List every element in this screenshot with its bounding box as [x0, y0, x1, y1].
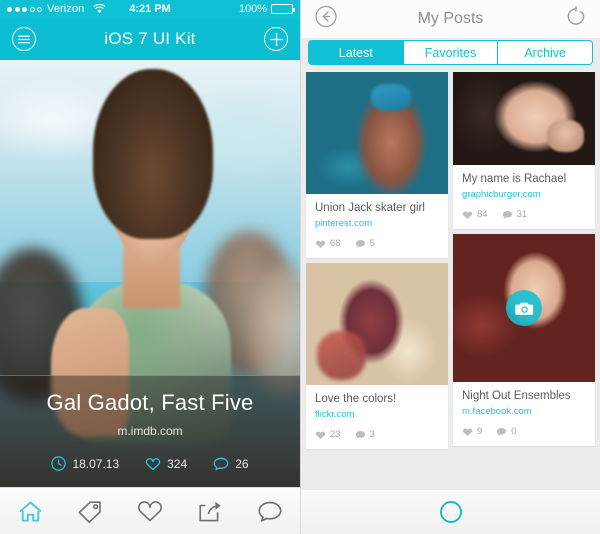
back-arrow-circle-icon[interactable] [315, 5, 337, 33]
post-title: My name is Rachael [462, 173, 567, 185]
comment-icon [497, 427, 507, 436]
hero-source-url: m.imdb.com [117, 424, 183, 438]
post-image[interactable] [306, 263, 448, 385]
post-card[interactable]: My name is Rachael graphicburger.com 84 [453, 72, 595, 229]
status-bar: Verizon 4:21 PM 100% [0, 0, 300, 18]
navigation-bar: iOS 7 UI Kit [0, 18, 300, 60]
right-screen: My Posts Latest Favorites Archive Union … [300, 0, 600, 534]
home-ring-button[interactable] [440, 501, 462, 523]
post-card[interactable]: Union Jack skater girl pinterest.com 68 [306, 72, 448, 258]
post-comments-count: 31 [516, 209, 528, 220]
screenshot-root: Verizon 4:21 PM 100% iOS 7 UI Kit Gal Ga… [0, 0, 600, 534]
posts-title: My Posts [417, 10, 484, 27]
page-title: iOS 7 UI Kit [104, 29, 196, 48]
comment-icon [213, 457, 229, 470]
hero-comments-count: 26 [235, 456, 249, 471]
battery-full-icon [271, 4, 295, 14]
hero-likes: 324 [145, 457, 187, 471]
post-title: Night Out Ensembles [462, 390, 571, 402]
camera-icon[interactable] [506, 290, 542, 326]
post-image[interactable] [453, 72, 595, 165]
post-url[interactable]: graphicburger.com [462, 189, 586, 200]
post-card[interactable]: Night Out Ensembles m.facebook.com 9 0 [453, 234, 595, 446]
hamburger-circle-icon[interactable] [12, 27, 36, 51]
wifi-icon [93, 4, 106, 14]
tab-bar [0, 487, 300, 534]
battery-percent-label: 100% [238, 3, 267, 15]
hero-likes-count: 324 [167, 456, 188, 471]
post-url[interactable]: m.facebook.com [462, 406, 586, 417]
hero-comments: 26 [213, 456, 249, 471]
hero-meta-row: 18.07.13 324 26 [51, 456, 249, 471]
post-comments: 3 [355, 429, 375, 440]
post-likes-count: 84 [477, 209, 488, 220]
tab-share-icon[interactable] [190, 494, 230, 528]
post-comments: 5 [355, 238, 375, 249]
posts-header: My Posts [301, 0, 600, 38]
post-meta-row: 9 0 [462, 426, 586, 437]
hero-caption-overlay: Gal Gadot, Fast Five m.imdb.com 18.07.13 [0, 375, 300, 487]
heart-icon [315, 431, 326, 439]
tab-comment-icon[interactable] [250, 494, 290, 528]
comment-icon [502, 210, 512, 219]
post-likes: 9 [462, 426, 482, 437]
post-comments: 31 [502, 209, 528, 220]
post-comments-count: 3 [369, 429, 375, 440]
post-url[interactable]: pinterest.com [315, 218, 439, 229]
post-image[interactable] [306, 72, 448, 194]
heart-icon [145, 457, 161, 470]
hero-date-label: 18.07.13 [72, 456, 120, 471]
heart-icon [315, 240, 326, 248]
plus-circle-icon[interactable] [264, 27, 288, 51]
segment-favorites[interactable]: Favorites [404, 41, 499, 64]
posts-masonry-grid: Union Jack skater girl pinterest.com 68 [301, 65, 600, 449]
comment-icon [355, 239, 365, 248]
tab-home-icon[interactable] [10, 494, 50, 528]
segmented-control: Latest Favorites Archive [308, 40, 593, 65]
heart-icon [462, 211, 473, 219]
post-likes-count: 23 [330, 429, 341, 440]
post-comments-count: 0 [511, 426, 517, 437]
post-likes: 23 [315, 429, 341, 440]
posts-column-left: Union Jack skater girl pinterest.com 68 [306, 72, 448, 449]
tab-heart-icon[interactable] [130, 494, 170, 528]
post-meta-row: 68 5 [315, 238, 439, 249]
hero-title: Gal Gadot, Fast Five [46, 390, 254, 415]
comment-icon [355, 430, 365, 439]
post-likes-count: 68 [330, 238, 341, 249]
post-title: Union Jack skater girl [315, 202, 425, 214]
post-card-body: Night Out Ensembles m.facebook.com 9 0 [453, 382, 595, 446]
tab-tag-icon[interactable] [70, 494, 110, 528]
hero-photo[interactable]: Gal Gadot, Fast Five m.imdb.com 18.07.13 [0, 60, 300, 487]
segment-archive[interactable]: Archive [498, 41, 592, 64]
post-card[interactable]: Love the colors! flickr.com 23 3 [306, 263, 448, 449]
bottom-bar [301, 490, 600, 534]
post-meta-row: 84 31 [462, 209, 586, 220]
segment-latest[interactable]: Latest [309, 41, 404, 64]
posts-column-right: My name is Rachael graphicburger.com 84 [453, 72, 595, 449]
post-meta-row: 23 3 [315, 429, 439, 440]
post-card-body: Union Jack skater girl pinterest.com 68 [306, 194, 448, 258]
hero-date: 18.07.13 [51, 456, 119, 471]
post-url[interactable]: flickr.com [315, 409, 439, 420]
signal-strength-icon [7, 6, 42, 12]
post-title: Love the colors! [315, 393, 397, 405]
post-card-body: My name is Rachael graphicburger.com 84 [453, 165, 595, 229]
left-screen: Verizon 4:21 PM 100% iOS 7 UI Kit Gal Ga… [0, 0, 300, 534]
battery-area: 100% [238, 3, 295, 15]
refresh-icon[interactable] [566, 6, 586, 32]
post-comments-count: 5 [369, 238, 375, 249]
post-comments: 0 [496, 426, 517, 437]
carrier-label: Verizon [47, 3, 85, 15]
post-likes-count: 9 [477, 426, 483, 437]
post-image[interactable] [453, 234, 595, 382]
heart-icon [462, 428, 473, 436]
clock-icon [51, 456, 67, 471]
post-likes: 84 [462, 209, 488, 220]
post-likes: 68 [315, 238, 341, 249]
post-card-body: Love the colors! flickr.com 23 3 [306, 385, 448, 449]
